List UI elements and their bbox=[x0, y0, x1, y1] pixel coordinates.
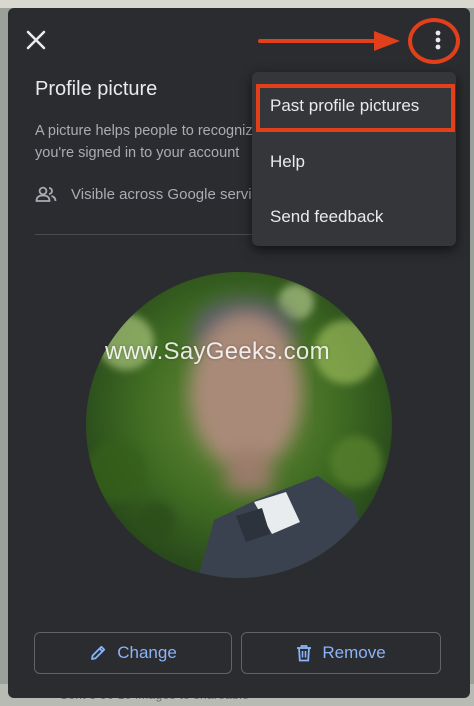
annotation-highlight-circle bbox=[408, 18, 460, 64]
visibility-row: Visible across Google services bbox=[35, 185, 275, 203]
people-icon bbox=[35, 186, 57, 202]
background-top-strip bbox=[0, 0, 474, 8]
annotation-arrow-icon bbox=[258, 31, 400, 51]
change-button-label: Change bbox=[117, 643, 177, 662]
profile-avatar bbox=[86, 272, 392, 578]
change-button[interactable]: Change bbox=[34, 632, 232, 674]
avatar-photo bbox=[86, 272, 392, 578]
annotation-highlight-box bbox=[256, 84, 455, 132]
menu-item-send-feedback[interactable]: Send feedback bbox=[252, 193, 456, 241]
watermark-text: www.SayGeeks.com bbox=[105, 338, 330, 365]
remove-button-label: Remove bbox=[322, 643, 386, 662]
trash-icon bbox=[297, 645, 312, 662]
dialog-title: Profile picture bbox=[35, 78, 158, 100]
close-button[interactable] bbox=[22, 26, 50, 54]
pencil-icon bbox=[91, 645, 106, 660]
visibility-text: Visible across Google services bbox=[71, 185, 275, 203]
close-icon bbox=[26, 30, 46, 50]
menu-item-help[interactable]: Help bbox=[252, 138, 456, 186]
remove-button[interactable]: Remove bbox=[241, 632, 441, 674]
